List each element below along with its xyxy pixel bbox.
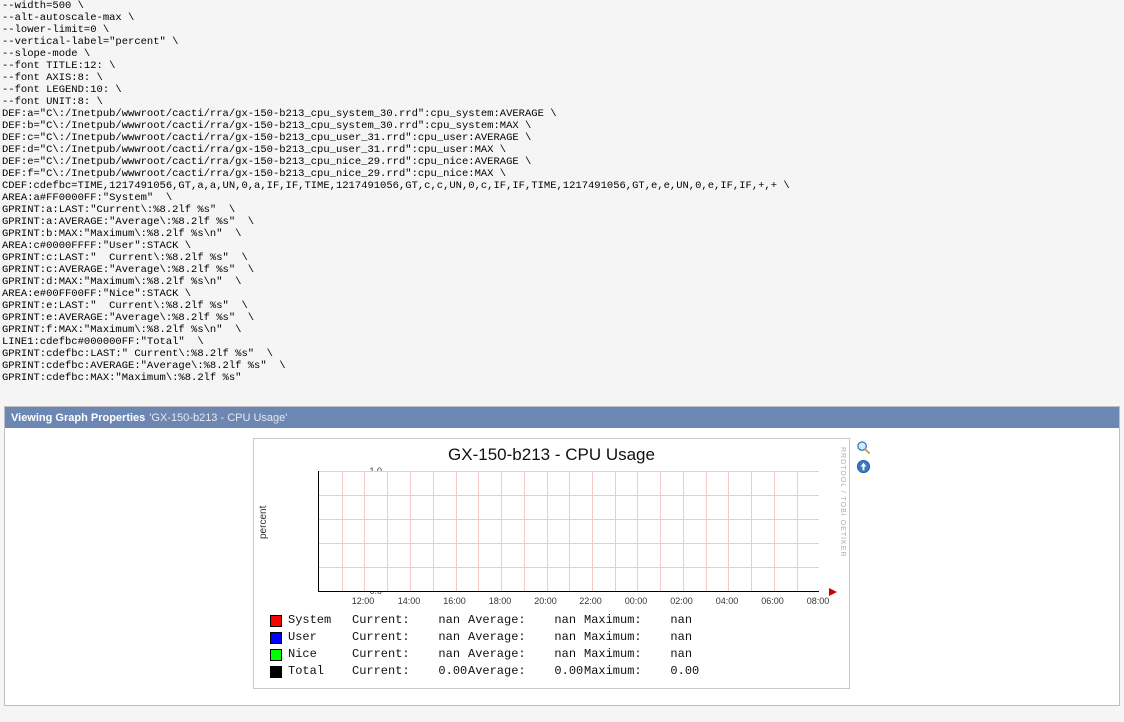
xtick: 06:00 bbox=[761, 596, 784, 606]
rrdtool-credit: RRDTOOL / TOBI OETIKER bbox=[839, 447, 846, 557]
rrd-graph: RRDTOOL / TOBI OETIKER GX-150-b213 - CPU… bbox=[253, 438, 850, 689]
y-axis-label: percent bbox=[258, 506, 269, 539]
graph-action-icons bbox=[856, 440, 871, 474]
legend-swatch bbox=[270, 632, 282, 644]
legend-name: Nice bbox=[288, 646, 352, 663]
legend-name: User bbox=[288, 629, 352, 646]
xtick: 00:00 bbox=[625, 596, 648, 606]
panel-titlebar: Viewing Graph Properties 'GX-150-b213 - … bbox=[5, 407, 1119, 428]
legend-name: System bbox=[288, 612, 352, 629]
xtick: 14:00 bbox=[398, 596, 421, 606]
legend-row-total: Total Current: 0.00 Average: 0.00 Maximu… bbox=[270, 663, 837, 680]
xtick: 04:00 bbox=[716, 596, 739, 606]
graph-properties-panel: Viewing Graph Properties 'GX-150-b213 - … bbox=[4, 406, 1120, 706]
xtick: 22:00 bbox=[579, 596, 602, 606]
xtick: 08:00 bbox=[807, 596, 830, 606]
xtick: 02:00 bbox=[670, 596, 693, 606]
legend-row-nice: Nice Current: nan Average: nan Maximum: … bbox=[270, 646, 837, 663]
xtick: 20:00 bbox=[534, 596, 557, 606]
x-axis-arrow-icon bbox=[829, 588, 837, 596]
panel-title-prefix: Viewing Graph Properties bbox=[11, 412, 145, 424]
legend-swatch bbox=[270, 615, 282, 627]
legend-row-user: User Current: nan Average: nan Maximum: … bbox=[270, 629, 837, 646]
xtick: 12:00 bbox=[352, 596, 375, 606]
rrdtool-debug-output: --width=500 \ --alt-autoscale-max \ --lo… bbox=[0, 0, 1124, 402]
chart-legend: System Current: nan Average: nan Maximum… bbox=[270, 612, 837, 680]
legend-name: Total bbox=[288, 663, 352, 680]
plot-area-wrap: 1.0 0.8 0.6 0.4 0.2 0.0 bbox=[318, 471, 829, 592]
legend-swatch bbox=[270, 649, 282, 661]
x-ticks: 12:00 14:00 16:00 18:00 20:00 22:00 00:0… bbox=[318, 594, 818, 608]
xtick: 18:00 bbox=[489, 596, 512, 606]
panel-content: RRDTOOL / TOBI OETIKER GX-150-b213 - CPU… bbox=[5, 428, 1119, 705]
xtick: 16:00 bbox=[443, 596, 466, 606]
legend-row-system: System Current: nan Average: nan Maximum… bbox=[270, 612, 837, 629]
panel-title-item: 'GX-150-b213 - CPU Usage' bbox=[149, 412, 287, 424]
zoom-icon[interactable] bbox=[856, 440, 871, 455]
info-icon[interactable] bbox=[856, 459, 871, 474]
chart-title: GX-150-b213 - CPU Usage bbox=[254, 445, 849, 465]
legend-swatch bbox=[270, 666, 282, 678]
plot-area bbox=[318, 471, 819, 592]
